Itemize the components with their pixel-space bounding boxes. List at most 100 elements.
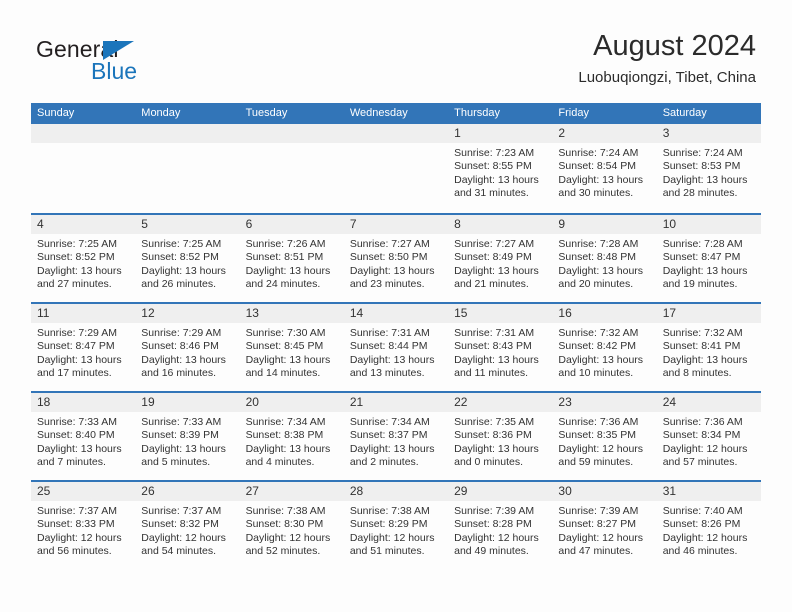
day-cell-25[interactable]: 25 Sunrise: 7:37 AM Sunset: 8:33 PM Dayligh… bbox=[31, 482, 136, 569]
day-number: 2 bbox=[552, 124, 657, 143]
day-daylight2-text: and 26 minutes. bbox=[141, 278, 216, 291]
day-cell-3[interactable]: 3 Sunrise: 7:24 AM Sunset: 8:53 PM Daylight… bbox=[656, 124, 761, 213]
day-cell-28[interactable]: 28 Sunrise: 7:38 AM Sunset: 8:29 PM Dayligh… bbox=[343, 482, 449, 569]
day-details: Sunrise: 7:27 AM Sunset: 8:50 PM Daylight:… bbox=[344, 234, 448, 292]
day-cell-30[interactable]: 30 Sunrise: 7:39 AM Sunset: 8:27 PM Dayligh… bbox=[552, 482, 657, 569]
day-sunrise-text: Sunrise: 7:27 AM bbox=[454, 238, 535, 250]
day-cell-24[interactable]: 24 Sunrise: 7:36 AM Sunset: 8:34 PM Dayligh… bbox=[656, 393, 761, 480]
day-cell-12[interactable]: 12 Sunrise: 7:29 AM Sunset: 8:46 PM Dayligh… bbox=[135, 304, 240, 391]
day-cell-29[interactable]: 29 Sunrise: 7:39 AM Sunset: 8:28 PM Dayligh… bbox=[448, 482, 553, 569]
day-cell-23[interactable]: 23 Sunrise: 7:36 AM Sunset: 8:35 PM Dayligh… bbox=[552, 393, 657, 480]
day-sunrise-text: Sunrise: 7:40 AM bbox=[662, 505, 743, 517]
day-number: 29 bbox=[448, 482, 553, 501]
day-number: 31 bbox=[656, 482, 761, 501]
day-details bbox=[240, 143, 344, 147]
day-number: 21 bbox=[343, 393, 449, 412]
day-daylight2-text: and 4 minutes. bbox=[245, 456, 315, 469]
day-number bbox=[343, 124, 449, 143]
day-cell-11[interactable]: 11 Sunrise: 7:29 AM Sunset: 8:47 PM Dayligh… bbox=[31, 304, 136, 391]
day-daylight2-text: and 46 minutes. bbox=[662, 545, 738, 558]
day-details: Sunrise: 7:31 AM Sunset: 8:44 PM Daylight:… bbox=[344, 323, 448, 381]
day-cell-2[interactable]: 2 Sunrise: 7:24 AM Sunset: 8:54 PM Daylight… bbox=[552, 124, 657, 213]
day-cell-26[interactable]: 26 Sunrise: 7:37 AM Sunset: 8:32 PM Dayligh… bbox=[135, 482, 240, 569]
day-sunrise-text: Sunrise: 7:25 AM bbox=[37, 238, 117, 250]
day-cell-27[interactable]: 27 Sunrise: 7:38 AM Sunset: 8:30 PM Dayligh… bbox=[239, 482, 344, 569]
day-number: 18 bbox=[31, 393, 136, 412]
day-daylight-text: Daylight: 12 hours bbox=[245, 531, 331, 544]
day-daylight2-text: and 54 minutes. bbox=[141, 545, 216, 558]
day-daylight2-text: and 11 minutes. bbox=[454, 367, 529, 380]
day-daylight-text: Daylight: 12 hours bbox=[37, 531, 122, 544]
day-cell-8[interactable]: 8 Sunrise: 7:27 AM Sunset: 8:49 PM Daylight… bbox=[448, 215, 553, 302]
day-details: Sunrise: 7:38 AM Sunset: 8:30 PM Daylight:… bbox=[240, 501, 344, 559]
weekday-header-friday: Friday bbox=[558, 107, 589, 119]
day-daylight2-text: and 2 minutes. bbox=[349, 456, 419, 469]
day-daylight2-text: and 59 minutes. bbox=[558, 456, 634, 469]
day-cell-9[interactable]: 9 Sunrise: 7:28 AM Sunset: 8:48 PM Daylight… bbox=[552, 215, 657, 302]
day-number: 5 bbox=[135, 215, 240, 234]
weekday-header-wednesday: Wednesday bbox=[349, 107, 408, 119]
day-sunrise-text: Sunrise: 7:31 AM bbox=[454, 327, 535, 339]
day-daylight-text: Daylight: 13 hours bbox=[37, 442, 122, 455]
logo[interactable]: General Blue bbox=[36, 36, 216, 88]
day-number: 17 bbox=[656, 304, 761, 323]
day-cell-16[interactable]: 16 Sunrise: 7:32 AM Sunset: 8:42 PM Dayligh… bbox=[552, 304, 657, 391]
day-daylight-text: Daylight: 13 hours bbox=[141, 264, 226, 277]
day-cell-10[interactable]: 10 Sunrise: 7:28 AM Sunset: 8:47 PM Dayligh… bbox=[656, 215, 761, 302]
day-cell-5[interactable]: 5 Sunrise: 7:25 AM Sunset: 8:52 PM Daylight… bbox=[135, 215, 240, 302]
day-details: Sunrise: 7:36 AM Sunset: 8:35 PM Daylight:… bbox=[552, 412, 656, 470]
day-sunrise-text: Sunrise: 7:23 AM bbox=[454, 147, 535, 159]
day-sunrise-text: Sunrise: 7:37 AM bbox=[141, 505, 222, 517]
day-number: 20 bbox=[239, 393, 344, 412]
day-cell-14[interactable]: 14 Sunrise: 7:31 AM Sunset: 8:44 PM Dayligh… bbox=[343, 304, 449, 391]
day-daylight2-text: and 21 minutes. bbox=[454, 278, 529, 291]
day-cell-19[interactable]: 19 Sunrise: 7:33 AM Sunset: 8:39 PM Dayligh… bbox=[135, 393, 240, 480]
day-sunrise-text: Sunrise: 7:28 AM bbox=[558, 238, 639, 250]
day-sunset-text: Sunset: 8:52 PM bbox=[141, 251, 219, 264]
day-sunrise-text: Sunrise: 7:31 AM bbox=[349, 327, 430, 339]
day-cell-21[interactable]: 21 Sunrise: 7:34 AM Sunset: 8:37 PM Dayligh… bbox=[343, 393, 449, 480]
day-daylight-text: Daylight: 13 hours bbox=[662, 173, 748, 186]
day-cell-15[interactable]: 15 Sunrise: 7:31 AM Sunset: 8:43 PM Dayligh… bbox=[448, 304, 553, 391]
day-cell-4[interactable]: 4 Sunrise: 7:25 AM Sunset: 8:52 PM Daylight… bbox=[31, 215, 136, 302]
day-number bbox=[135, 124, 240, 143]
day-sunrise-text: Sunrise: 7:33 AM bbox=[37, 416, 117, 428]
day-cell-6[interactable]: 6 Sunrise: 7:26 AM Sunset: 8:51 PM Daylight… bbox=[239, 215, 344, 302]
day-cell-31[interactable]: 31 Sunrise: 7:40 AM Sunset: 8:26 PM Dayligh… bbox=[656, 482, 761, 569]
day-cell-20[interactable]: 20 Sunrise: 7:34 AM Sunset: 8:38 PM Dayligh… bbox=[239, 393, 344, 480]
day-sunrise-text: Sunrise: 7:29 AM bbox=[37, 327, 117, 339]
day-details: Sunrise: 7:24 AM Sunset: 8:53 PM Daylight:… bbox=[657, 143, 761, 201]
day-number: 22 bbox=[448, 393, 553, 412]
day-cell-1[interactable]: 1 Sunrise: 7:23 AM Sunset: 8:55 PM Daylight… bbox=[448, 124, 553, 213]
day-cell-7[interactable]: 7 Sunrise: 7:27 AM Sunset: 8:50 PM Daylight… bbox=[343, 215, 449, 302]
weekday-header-sunday: Sunday bbox=[37, 107, 75, 119]
day-cell-empty bbox=[31, 124, 136, 213]
day-sunrise-text: Sunrise: 7:29 AM bbox=[141, 327, 222, 339]
day-daylight-text: Daylight: 13 hours bbox=[454, 264, 539, 277]
day-daylight-text: Daylight: 12 hours bbox=[454, 531, 539, 544]
day-sunrise-text: Sunrise: 7:39 AM bbox=[454, 505, 535, 517]
day-daylight2-text: and 17 minutes. bbox=[37, 367, 112, 380]
day-cell-13[interactable]: 13 Sunrise: 7:30 AM Sunset: 8:45 PM Dayligh… bbox=[239, 304, 344, 391]
day-details: Sunrise: 7:28 AM Sunset: 8:48 PM Daylight:… bbox=[552, 234, 656, 292]
day-cell-22[interactable]: 22 Sunrise: 7:35 AM Sunset: 8:36 PM Dayligh… bbox=[448, 393, 553, 480]
day-daylight2-text: and 7 minutes. bbox=[37, 456, 106, 469]
day-daylight-text: Daylight: 13 hours bbox=[662, 353, 748, 366]
day-number: 30 bbox=[552, 482, 657, 501]
day-details: Sunrise: 7:38 AM Sunset: 8:29 PM Daylight:… bbox=[344, 501, 448, 559]
day-daylight-text: Daylight: 13 hours bbox=[349, 264, 435, 277]
day-cell-17[interactable]: 17 Sunrise: 7:32 AM Sunset: 8:41 PM Dayligh… bbox=[656, 304, 761, 391]
day-cell-18[interactable]: 18 Sunrise: 7:33 AM Sunset: 8:40 PM Dayligh… bbox=[31, 393, 136, 480]
day-details: Sunrise: 7:37 AM Sunset: 8:32 PM Daylight:… bbox=[135, 501, 239, 559]
day-number: 26 bbox=[135, 482, 240, 501]
day-number: 6 bbox=[239, 215, 344, 234]
day-sunset-text: Sunset: 8:41 PM bbox=[662, 340, 741, 353]
day-sunrise-text: Sunrise: 7:34 AM bbox=[245, 416, 326, 428]
day-number bbox=[31, 124, 136, 143]
day-daylight-text: Daylight: 13 hours bbox=[558, 264, 644, 277]
day-sunset-text: Sunset: 8:30 PM bbox=[245, 518, 324, 531]
day-details: Sunrise: 7:30 AM Sunset: 8:45 PM Daylight:… bbox=[240, 323, 344, 381]
day-sunset-text: Sunset: 8:50 PM bbox=[349, 251, 428, 264]
day-daylight-text: Daylight: 13 hours bbox=[37, 353, 122, 366]
day-number: 28 bbox=[343, 482, 449, 501]
